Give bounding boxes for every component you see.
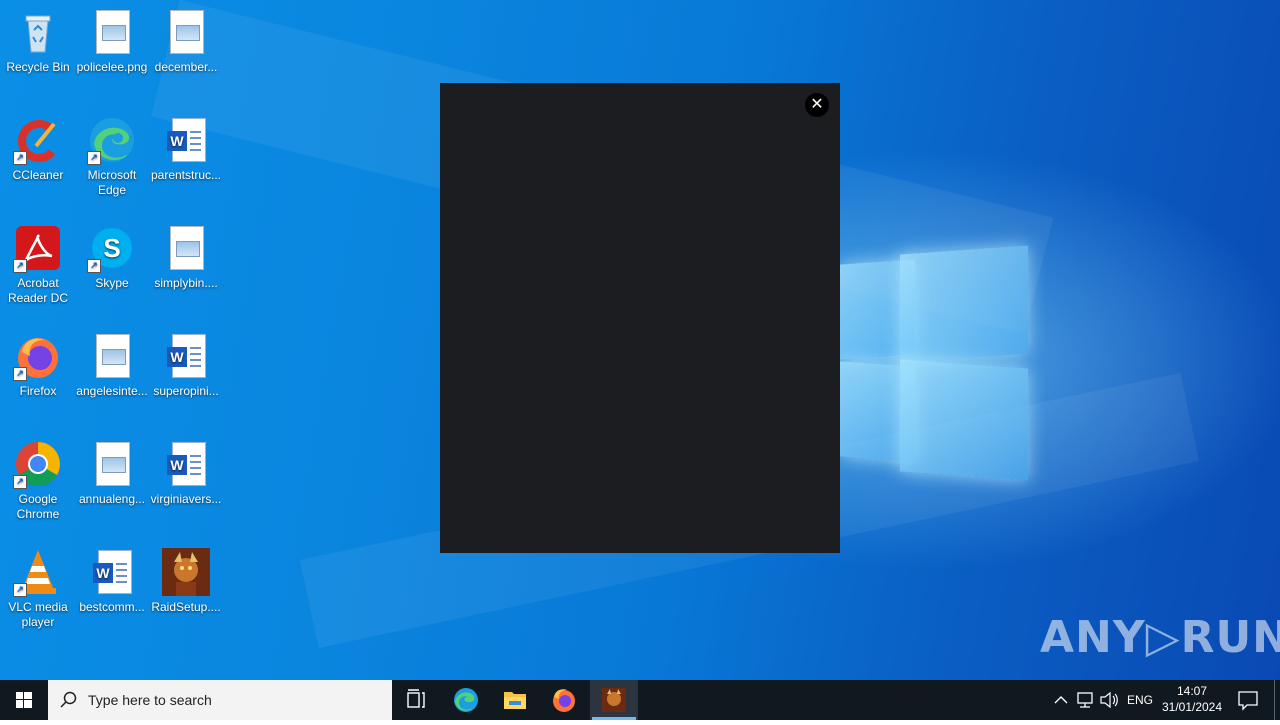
- desktop-icon-skype[interactable]: S ↗ Skype: [74, 224, 150, 291]
- desktop-icon-simplybin[interactable]: simplybin....: [148, 224, 224, 291]
- word-document-icon: W: [162, 332, 210, 380]
- desktop-icon-parentstruc[interactable]: W parentstruc...: [148, 116, 224, 183]
- raid-setup-icon: [162, 548, 210, 596]
- image-file-icon: [88, 332, 136, 380]
- start-button[interactable]: [0, 680, 48, 720]
- icon-label: virginiavers...: [150, 492, 222, 506]
- desktop-icon-raidsetup[interactable]: RaidSetup....: [148, 548, 224, 615]
- windows-logo-wallpaper: [820, 240, 1030, 481]
- search-icon: [60, 691, 77, 708]
- taskbar-file-explorer-button[interactable]: [491, 680, 539, 720]
- ccleaner-icon: ↗: [13, 116, 62, 165]
- word-document-icon: W: [162, 440, 210, 488]
- search-placeholder: Type here to search: [88, 692, 212, 708]
- chrome-icon: ↗: [13, 440, 62, 489]
- clock-date: 31/01/2024: [1161, 700, 1223, 714]
- desktop-icon-recycle-bin[interactable]: Recycle Bin: [0, 8, 76, 75]
- firefox-icon: ↗: [13, 332, 62, 381]
- taskbar-edge-button[interactable]: [442, 680, 490, 720]
- icon-label: bestcomm...: [79, 600, 145, 614]
- image-file-icon: [88, 440, 136, 488]
- skype-icon: S ↗: [87, 224, 136, 273]
- desktop-icon-chrome[interactable]: ↗ Google Chrome: [0, 440, 76, 522]
- desktop-icon-edge[interactable]: ↗ Microsoft Edge: [74, 116, 150, 198]
- network-icon: [1077, 692, 1093, 708]
- installer-popup-window[interactable]: [440, 83, 840, 553]
- task-view-button[interactable]: [392, 680, 440, 720]
- show-desktop-divider[interactable]: [1274, 680, 1275, 720]
- icon-label: simplybin....: [154, 276, 218, 290]
- icon-label: RaidSetup....: [151, 600, 221, 614]
- icon-label: VLC media player: [8, 600, 68, 629]
- icon-label: Firefox: [19, 384, 57, 398]
- desktop-icon-acrobat[interactable]: ↗ Acrobat Reader DC: [0, 224, 76, 306]
- image-file-icon: [162, 224, 210, 272]
- desktop-icon-firefox[interactable]: ↗ Firefox: [0, 332, 76, 399]
- icon-label: Skype: [95, 276, 129, 290]
- folder-icon: [504, 692, 526, 709]
- close-icon[interactable]: ✕: [805, 93, 829, 117]
- acrobat-icon: ↗: [13, 224, 62, 273]
- icon-label: Recycle Bin: [6, 60, 70, 74]
- icon-label: CCleaner: [12, 168, 64, 182]
- desktop-icon-superopini[interactable]: W superopini...: [148, 332, 224, 399]
- desktop-icon-policelee[interactable]: policelee.png: [74, 8, 150, 75]
- chevron-up-icon: [1054, 696, 1068, 704]
- network-button[interactable]: [1074, 680, 1096, 720]
- icon-label: angelesinte...: [76, 384, 148, 398]
- word-document-icon: W: [162, 116, 210, 164]
- raid-setup-icon: [602, 688, 626, 712]
- notification-icon: [1238, 691, 1258, 711]
- taskbar: Type here to search ENG 14:07 31/01/2024: [0, 680, 1280, 720]
- task-view-icon: [407, 689, 425, 708]
- svg-text:S: S: [103, 233, 120, 263]
- windows-start-icon: [16, 692, 32, 708]
- taskbar-search-box[interactable]: Type here to search: [48, 680, 392, 720]
- language-indicator[interactable]: ENG: [1126, 680, 1154, 720]
- desktop-icon-virginiavers[interactable]: W virginiavers...: [148, 440, 224, 507]
- clock-time: 14:07: [1176, 684, 1208, 698]
- desktop-icon-bestcomm[interactable]: W bestcomm...: [74, 548, 150, 615]
- icon-label: annualeng...: [78, 492, 146, 506]
- icon-label: Microsoft Edge: [87, 168, 137, 197]
- desktop-icon-annualeng[interactable]: annualeng...: [74, 440, 150, 507]
- firefox-icon: [553, 689, 575, 712]
- desktop-icon-ccleaner[interactable]: ↗ CCleaner: [0, 116, 76, 183]
- desktop-icon-angelesinte[interactable]: angelesinte...: [74, 332, 150, 399]
- icon-label: parentstruc...: [150, 168, 222, 182]
- image-file-icon: [162, 8, 210, 56]
- icon-label: superopini...: [153, 384, 219, 398]
- desktop-icon-vlc[interactable]: ↗ VLC media player: [0, 548, 76, 630]
- recycle-bin-icon: [14, 8, 62, 56]
- word-document-icon: W: [88, 548, 136, 596]
- volume-button[interactable]: [1098, 680, 1120, 720]
- edge-icon: ↗: [87, 116, 136, 165]
- icon-label: Google Chrome: [16, 492, 60, 521]
- icon-label: december...: [154, 60, 218, 74]
- icon-label: Acrobat Reader DC: [7, 276, 69, 305]
- desktop-icon-december[interactable]: december...: [148, 8, 224, 75]
- image-file-icon: [88, 8, 136, 56]
- taskbar-raidsetup-button[interactable]: [590, 680, 638, 720]
- anyrun-watermark: ANY▷RUN: [1040, 612, 1280, 663]
- clock[interactable]: 14:07 31/01/2024: [1158, 680, 1226, 720]
- speaker-icon: [1100, 691, 1118, 709]
- show-hidden-icons-button[interactable]: [1052, 680, 1070, 720]
- vlc-icon: ↗: [13, 548, 62, 597]
- taskbar-firefox-button[interactable]: [540, 680, 588, 720]
- action-center-button[interactable]: [1232, 680, 1264, 720]
- desktop-background: Recycle Bin ↗ CCleaner ↗ Acrobat Reader …: [0, 0, 1280, 680]
- edge-icon: [454, 688, 478, 712]
- icon-label: policelee.png: [76, 60, 148, 74]
